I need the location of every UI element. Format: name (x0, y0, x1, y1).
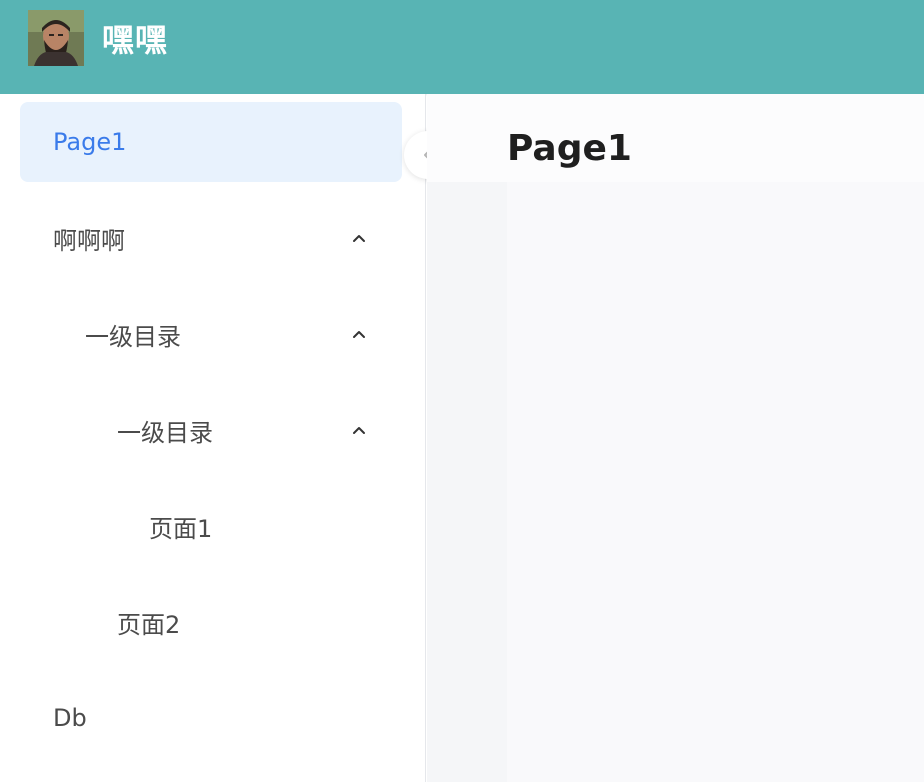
avatar-image (28, 10, 84, 66)
sidebar-submenu-aaa[interactable]: 啊啊啊 (20, 198, 402, 278)
sidebar-item-label: 页面1 (149, 514, 213, 543)
app-header: 嘿嘿 (0, 0, 924, 94)
page-header: Page1 (427, 94, 924, 182)
sidebar-item-label: 一级目录 (117, 418, 213, 447)
chevron-up-icon (353, 235, 365, 242)
sidebar-item-page-1[interactable]: 页面1 (20, 486, 402, 566)
content-area (507, 182, 924, 782)
sidebar-item-db[interactable]: Db (20, 678, 402, 758)
user-avatar[interactable] (28, 10, 84, 66)
sidebar-item-page-2[interactable]: 页面2 (20, 582, 402, 662)
sidebar-item-page1[interactable]: Page1 (20, 102, 402, 182)
sidebar-item-label: Page1 (53, 128, 127, 156)
chevron-up-icon (353, 427, 365, 434)
page-title: Page1 (507, 128, 632, 169)
sidebar-item-label: 一级目录 (85, 322, 181, 351)
chevron-up-icon (353, 331, 365, 338)
sidebar-item-label: 啊啊啊 (53, 226, 125, 255)
sidebar-menu: Page1 啊啊啊 一级目录 一级目录 页面1 页面2 Db (0, 94, 426, 782)
main-content: Page1 (427, 94, 924, 782)
sidebar-item-label: 页面2 (117, 610, 181, 639)
sidebar-submenu-level1-a[interactable]: 一级目录 (20, 294, 402, 374)
sidebar-item-label: Db (53, 704, 87, 732)
app-title: 嘿嘿 (102, 21, 169, 59)
sidebar-submenu-level1-b[interactable]: 一级目录 (20, 390, 402, 470)
